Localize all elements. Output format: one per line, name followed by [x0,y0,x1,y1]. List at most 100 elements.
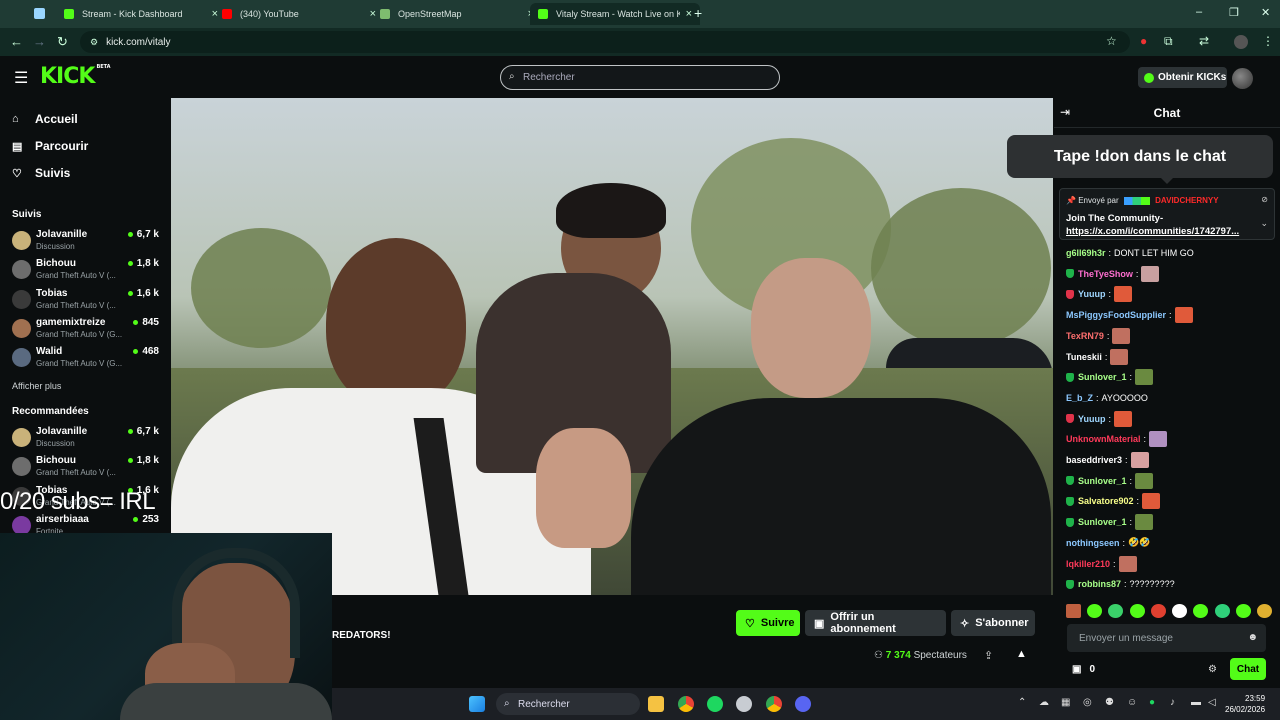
emoji-picker-icon[interactable]: ☻ [1247,632,1258,643]
discord-icon[interactable] [795,696,811,712]
user-badge-icon[interactable] [1066,269,1074,279]
emote-icon[interactable] [1193,604,1209,618]
unpin-icon[interactable]: ⊘ [1261,195,1268,204]
browser-tab-kick-dashboard[interactable]: Stream - Kick Dashboard × [56,3,226,25]
share-icon[interactable]: ⇪ [984,649,993,662]
chat-username[interactable]: Tuneskii [1066,352,1102,362]
tray-app-icon[interactable]: ⚉ [1105,697,1114,708]
network-icon[interactable]: ▬ [1191,697,1201,708]
chevron-down-icon[interactable]: ⌄ [1260,218,1268,229]
browser-tab-openstreetmap[interactable]: OpenStreetMap × [372,3,542,25]
recommended-channel[interactable]: Bichouu Grand Theft Auto V (... 1,8 k [12,455,162,481]
chat-username[interactable]: UnknownMaterial [1066,434,1141,444]
user-avatar[interactable] [1232,68,1253,89]
chat-message-input[interactable]: Envoyer un message ☻ [1067,624,1266,652]
emote-icon[interactable] [1087,604,1103,618]
site-info-icon[interactable]: ⚙ [90,37,98,48]
emote-icon[interactable] [1172,604,1188,618]
tray-weather-icon[interactable]: ☁ [1039,697,1049,708]
extensions-puzzle-icon[interactable]: ⧉ [1164,34,1173,49]
subscribe-button[interactable]: ✧ S'abonner [951,610,1035,636]
restore-icon[interactable]: ❐ [1229,6,1239,19]
followed-channel[interactable]: Bichouu Grand Theft Auto V (... 1,8 k [12,258,162,284]
new-tab-icon[interactable]: + [694,5,702,21]
tray-chevron-up-icon[interactable]: ⌃ [1018,697,1026,708]
chat-username[interactable]: Yuuup [1078,289,1106,299]
get-kicks-button[interactable]: Obtenir KICKs [1138,67,1227,88]
emote-icon[interactable] [1150,604,1166,618]
chrome-icon[interactable] [766,696,782,712]
taskbar-search[interactable]: ⌕ Rechercher [496,693,640,715]
close-window-icon[interactable]: ✕ [1261,6,1270,19]
user-badge-icon[interactable] [1066,496,1074,506]
pinned-link[interactable]: https://x.com/i/communities/1742797... [1066,226,1239,237]
chat-username[interactable]: Sunlover_1 [1078,517,1127,527]
app-icon[interactable] [736,696,752,712]
nav-following[interactable]: ♡ Suivis [12,166,70,180]
nav-home[interactable]: ⌂ Accueil [12,112,78,126]
system-clock[interactable]: 23:59 26/02/2026 [1225,693,1265,715]
emote-icon[interactable] [1214,604,1230,618]
tray-app-icon[interactable]: ▦ [1061,697,1070,708]
chat-username[interactable]: g6ll69h3r [1066,248,1106,258]
pinned-message[interactable]: 📌 Envoyé par DAVIDCHERNYY ⊘ Join The Com… [1059,188,1275,240]
tray-spotify-icon[interactable]: ● [1149,697,1155,708]
chat-username[interactable]: robbins87 [1078,579,1121,589]
microphone-icon[interactable]: ♪ [1170,697,1175,708]
user-badge-icon[interactable] [1066,579,1074,589]
emote-icon[interactable] [1256,604,1272,618]
chat-username[interactable]: TexRN79 [1066,331,1104,341]
emote-icon[interactable] [1129,604,1145,618]
chrome-icon[interactable] [678,696,694,712]
gift-subscription-button[interactable]: ▣ Offrir un abonnement [805,610,946,636]
chat-username[interactable]: nothingseen [1066,538,1120,548]
address-bar[interactable]: ⚙ kick.com/vitaly [80,31,1130,53]
profile-avatar-icon[interactable] [1234,35,1248,49]
emote-icon[interactable] [1108,604,1124,618]
chat-username[interactable]: E_b_Z [1066,393,1093,403]
minimize-icon[interactable]: – [1196,6,1202,18]
tray-app-icon[interactable]: ◎ [1083,697,1092,708]
chat-username[interactable]: baseddriver3 [1066,455,1122,465]
forward-icon[interactable]: → [33,34,46,49]
reload-icon[interactable]: ↻ [57,34,68,50]
bookmark-star-icon[interactable]: ☆ [1106,34,1117,48]
nav-browse[interactable]: ▤ Parcourir [12,139,88,153]
chat-username[interactable]: lqkiller210 [1066,559,1110,569]
chat-username[interactable]: Yuuup [1078,414,1106,424]
send-chat-button[interactable]: Chat [1230,658,1266,680]
browser-menu-icon[interactable]: ⋮ [1262,34,1274,48]
followed-channel[interactable]: Jolavanille Discussion 6,7 k [12,229,162,255]
volume-icon[interactable]: ◁ [1208,697,1216,708]
recommended-channel[interactable]: Jolavanille Discussion 6,7 k [12,426,162,452]
search-input[interactable]: ⌕ Rechercher [500,65,780,90]
file-explorer-icon[interactable] [648,696,664,712]
browser-tab-youtube[interactable]: (340) YouTube × [214,3,384,25]
sidebar-toggle-icon[interactable] [34,8,45,19]
windows-start-icon[interactable] [469,696,485,712]
show-more-link[interactable]: Afficher plus [12,381,61,391]
chat-username[interactable]: Salvatore902 [1078,496,1134,506]
menu-hamburger-icon[interactable]: ☰ [14,68,28,88]
chat-settings-icon[interactable]: ⚙ [1208,664,1217,675]
close-tab-icon[interactable]: × [686,8,692,20]
spotify-icon[interactable] [707,696,723,712]
user-badge-icon[interactable] [1066,414,1074,424]
follow-button[interactable]: ♡ Suivre [736,610,800,636]
emote-icon[interactable] [1235,604,1251,618]
kick-logo[interactable]: KICK BETA [40,64,111,89]
followed-channel[interactable]: Tobias Grand Theft Auto V (... 1,6 k [12,288,162,314]
browser-tab-vitaly-stream[interactable]: Vitaly Stream - Watch Live on K × [530,3,700,25]
tray-discord-icon[interactable]: ☺ [1127,697,1137,708]
user-badge-icon[interactable] [1066,289,1074,299]
followed-channel[interactable]: gamemixtreize Grand Theft Auto V (G... 8… [12,317,162,343]
video-player[interactable] [171,98,1053,595]
report-icon[interactable]: ▲ [1016,648,1027,660]
extension-icon[interactable]: ● [1140,34,1147,48]
followed-channel[interactable]: Walid Grand Theft Auto V (G... 468 [12,346,162,372]
back-icon[interactable]: ← [10,34,23,49]
user-badge-icon[interactable] [1066,372,1074,382]
user-badge-icon[interactable] [1066,476,1074,486]
chat-username[interactable]: MsPiggysFoodSupplier [1066,310,1166,320]
chat-username[interactable]: Sunlover_1 [1078,476,1127,486]
